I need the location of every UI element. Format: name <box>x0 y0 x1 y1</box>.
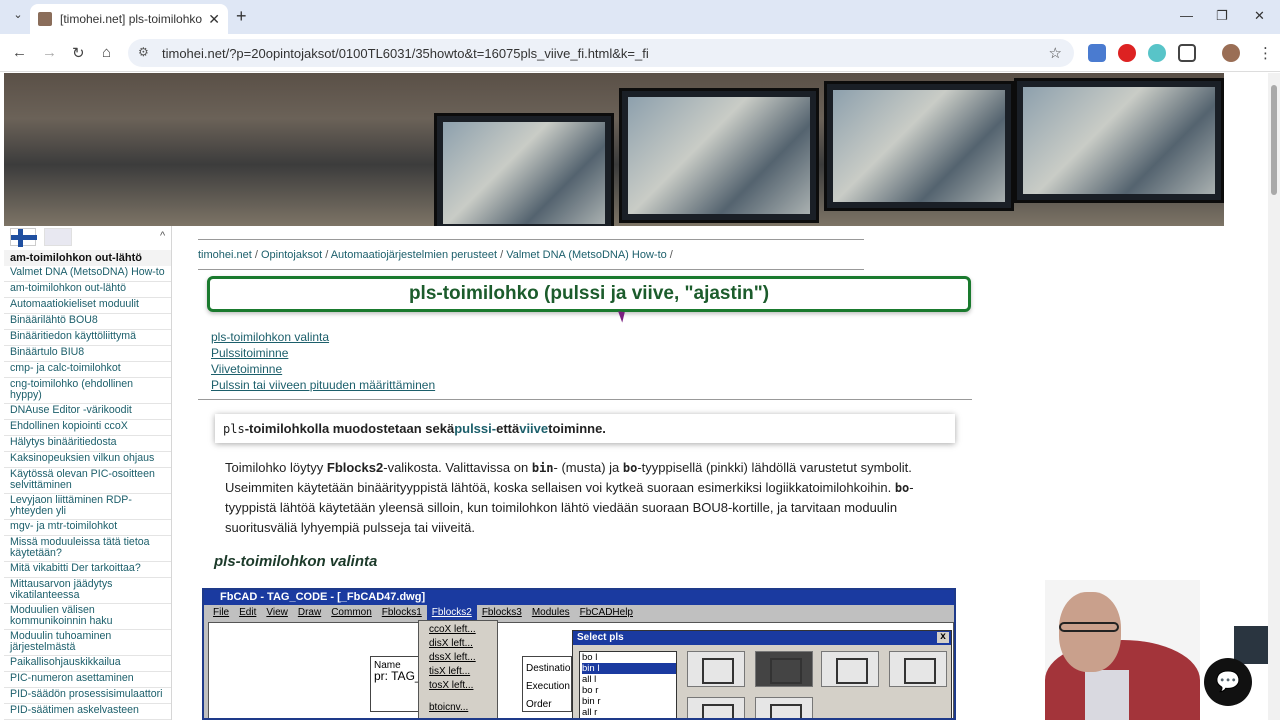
sidebar-item[interactable]: cmp- ja calc-toimilohkot <box>4 362 171 378</box>
intro-text: toiminne. <box>548 421 606 436</box>
table-of-contents: pls-toimilohkon valinta Pulssitoiminne V… <box>211 329 435 393</box>
tab-search-icon[interactable]: ⌄ <box>8 8 28 26</box>
close-window-icon[interactable]: ✕ <box>1254 8 1265 24</box>
chat-bubble-icon[interactable]: 💬 <box>1204 658 1252 706</box>
breadcrumb: timohei.net / Opintojaksot / Automaatioj… <box>198 249 673 261</box>
sidebar-item[interactable]: cng-toimilohko (ehdollinen hyppy) <box>4 378 171 404</box>
favicon-icon <box>38 12 52 26</box>
sidebar-current-item[interactable]: am-toimilohkon out-lähtö <box>4 250 171 266</box>
toc-link[interactable]: Viivetoiminne <box>211 361 435 377</box>
browser-menu-icon[interactable]: ⋮ <box>1258 44 1273 62</box>
sidebar-item[interactable]: Missä moduuleissa tätä tietoa käytetään? <box>4 536 171 562</box>
sidebar: ^ am-toimilohkon out-lähtö Valmet DNA (M… <box>4 226 172 720</box>
finnish-flag-icon[interactable] <box>10 228 37 247</box>
maximize-icon[interactable]: ❐ <box>1216 8 1228 24</box>
delay-link[interactable]: viive <box>519 421 548 436</box>
intro-callout: pls -toimilohkolla muodostetaan sekä puls… <box>215 414 955 443</box>
new-tab-icon[interactable]: + <box>236 6 247 27</box>
forward-icon[interactable]: → <box>42 44 57 61</box>
intro-code: pls <box>223 421 245 436</box>
sidebar-item[interactable]: Ehdollinen kopiointi ccoX <box>4 420 171 436</box>
sidebar-item[interactable]: Moduulien välisen kommunikoinnin haku <box>4 604 171 630</box>
pulse-link[interactable]: pulssi- <box>454 421 496 436</box>
toc-link[interactable]: pls-toimilohkon valinta <box>211 329 435 345</box>
tab-bar: ⌄ [timohei.net] pls-toimilohko (p ✕ + — … <box>0 0 1280 34</box>
english-flag-icon[interactable] <box>44 228 72 246</box>
sidebar-item[interactable]: Hälytys binääritiedosta <box>4 436 171 452</box>
body-paragraph: Toimilohko löytyy Fblocks2-valikosta. Va… <box>225 460 914 535</box>
sidebar-item[interactable]: Levyjaon liittäminen RDP-yhteyden yli <box>4 494 171 520</box>
select-pls-dialog: Select pls x bo l bin l all l bo r bin r all r <box>572 630 952 718</box>
intro-text: -toimilohkolla muodostetaan sekä <box>244 421 455 436</box>
tab-title: [timohei.net] pls-toimilohko (p <box>60 12 205 26</box>
breadcrumb-link[interactable]: timohei.net <box>198 249 252 261</box>
sidebar-item[interactable]: Paikallisohjauskikkailua <box>4 656 171 672</box>
url-field[interactable]: ⚙ timohei.net/?p=20opintojaksot/0100TL60… <box>128 39 1074 67</box>
sidebar-item[interactable]: Valmet DNA (MetsoDNA) How-to <box>4 266 171 282</box>
fbcad-title: FbCAD - TAG_CODE - [_FbCAD47.dwg] <box>204 590 954 605</box>
sidebar-item[interactable]: PID-säädön prosessisimulaattori <box>4 688 171 704</box>
sidebar-list: Valmet DNA (MetsoDNA) How-to am-toimilohk… <box>4 266 171 720</box>
active-tab[interactable]: [timohei.net] pls-toimilohko (p ✕ <box>30 4 228 34</box>
breadcrumb-link[interactable]: Automaatiojärjestelmien perusteet <box>331 249 497 261</box>
sidebar-item[interactable]: Binäärilähtö BOU8 <box>4 314 171 330</box>
sidebar-item[interactable]: PIC-numeron asettaminen <box>4 672 171 688</box>
sidebar-item[interactable]: mgv- ja mtr-toimilohkot <box>4 520 171 536</box>
fblocks2-dropdown: ccoX left... disX left... dssX left... tisX… <box>418 620 498 718</box>
fbcad-screenshot: FbCAD - TAG_CODE - [_FbCAD47.dwg] File Ed… <box>202 588 956 720</box>
breadcrumb-link[interactable]: Opintojaksot <box>261 249 322 261</box>
sidebar-item[interactable]: Automaatiokieliset moduulit <box>4 298 171 314</box>
minimize-icon[interactable]: — <box>1180 8 1193 23</box>
scrollbar[interactable] <box>1268 73 1280 720</box>
breadcrumb-link[interactable]: Valmet DNA (MetsoDNA) How-to <box>506 249 667 261</box>
translate-extension-icon[interactable] <box>1088 44 1106 62</box>
collapse-icon[interactable]: ^ <box>160 230 165 242</box>
scrollbar-thumb[interactable] <box>1271 85 1277 195</box>
toc-link[interactable]: Pulssin tai viiveen pituuden määrittämin… <box>211 377 435 393</box>
url-text: timohei.net/?p=20opintojaksot/0100TL6031… <box>162 45 649 61</box>
toc-link[interactable]: Pulssitoiminne <box>211 345 435 361</box>
sidebar-item[interactable]: Moduulin tuhoaminen järjestelmästä <box>4 630 171 656</box>
sidebar-item[interactable]: Mitä vikabitti Der tarkoittaa? <box>4 562 171 578</box>
home-icon[interactable]: ⌂ <box>102 44 111 61</box>
sidebar-item[interactable]: Mittausarvon jäädytys vikatilanteessa <box>4 578 171 604</box>
bookmark-star-icon[interactable]: ☆ <box>1049 44 1062 62</box>
intro-text: että <box>496 421 520 436</box>
section-heading: pls-toimilohkon valinta <box>214 553 378 570</box>
sidebar-item[interactable]: Käytössä olevan PIC-osoitteen selvittämi… <box>4 468 171 494</box>
reload-icon[interactable]: ↻ <box>72 44 85 62</box>
page-title: pls-toimilohko (pulssi ja viive, "ajasti… <box>207 276 971 312</box>
close-tab-icon[interactable]: ✕ <box>208 11 220 28</box>
sidebar-item[interactable]: am-toimilohkon out-lähtö <box>4 282 171 298</box>
site-info-icon[interactable]: ⚙ <box>138 45 149 59</box>
header-banner-image <box>4 73 1224 226</box>
webcam-overlay <box>1045 580 1200 720</box>
sidebar-item[interactable]: Kaksinopeuksien vilkun ohjaus <box>4 452 171 468</box>
profile-avatar-icon[interactable] <box>1222 44 1240 62</box>
back-icon[interactable]: ← <box>12 44 27 61</box>
sidebar-item[interactable]: Binäärtulo BIU8 <box>4 346 171 362</box>
sidebar-item[interactable]: DNAuse Editor -värikoodit <box>4 404 171 420</box>
fbcad-menu: File Edit View Draw Common Fblocks1 Fblocks2 Fb… <box>204 605 954 620</box>
sidebar-item[interactable]: PID-säätimen askelvasteen <box>4 704 171 720</box>
extensions-puzzle-icon[interactable] <box>1178 44 1196 62</box>
sidebar-item[interactable]: Binääritiedon käyttöliittymä <box>4 330 171 346</box>
pls-type-list: bo l bin l all l bo r bin r all r <box>579 651 677 718</box>
react-extension-icon[interactable] <box>1148 44 1166 62</box>
fbcad-block: Destinatio Execution Order <box>522 656 572 712</box>
opera-extension-icon[interactable] <box>1118 44 1136 62</box>
